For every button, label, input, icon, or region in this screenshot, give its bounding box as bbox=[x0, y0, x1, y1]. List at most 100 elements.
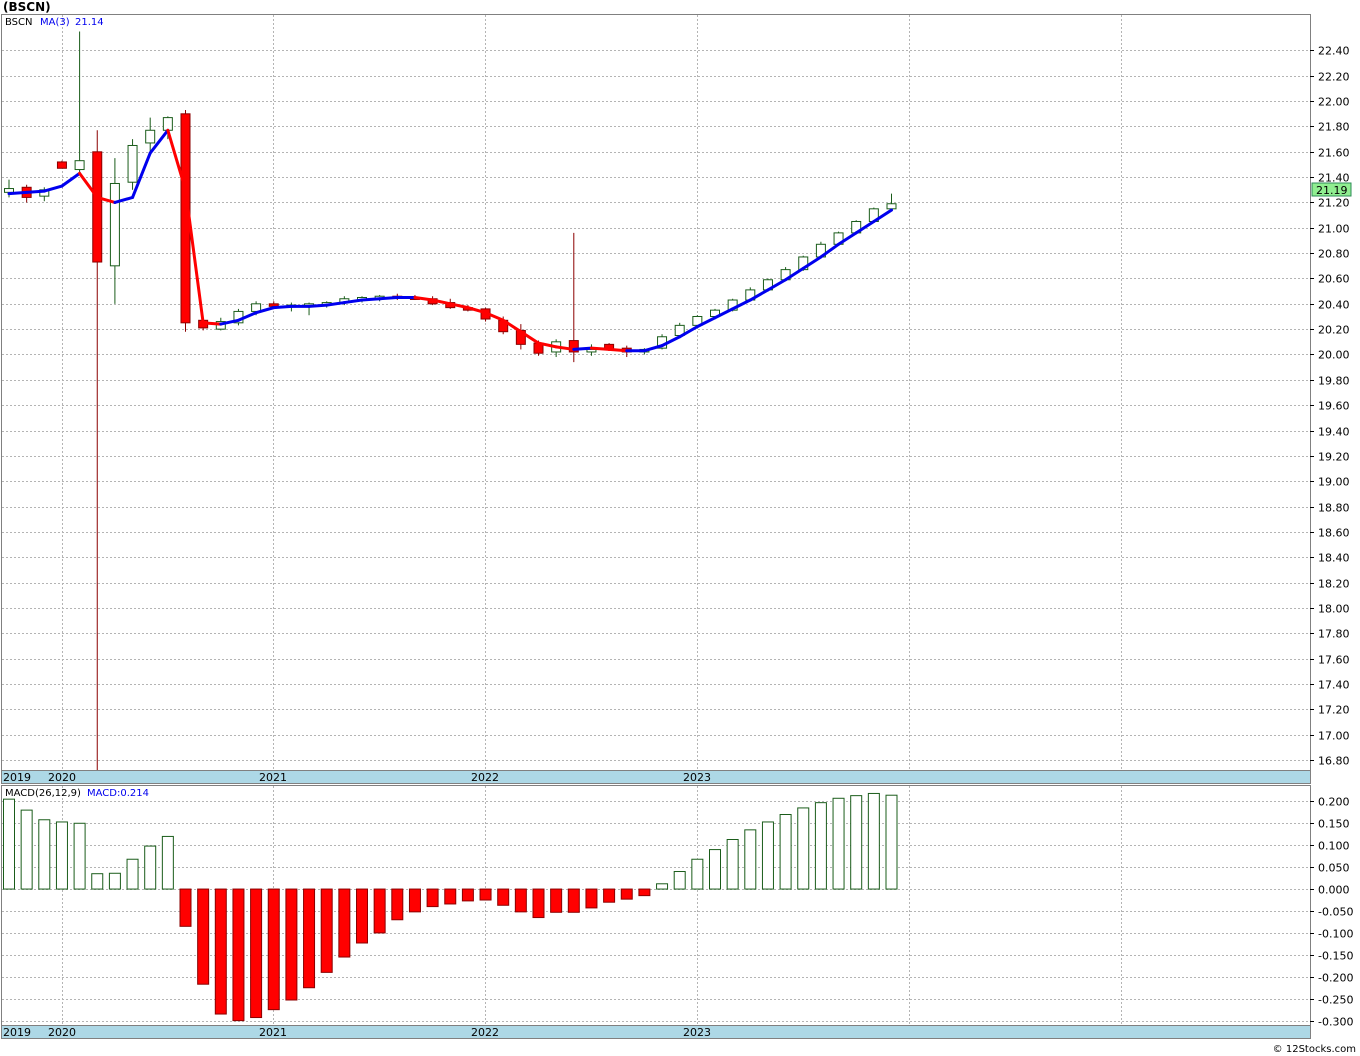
price-y-tick-label: 19.20 bbox=[1318, 451, 1350, 464]
macd-bar bbox=[744, 829, 757, 890]
macd-bar bbox=[726, 839, 739, 890]
macd-y-tick-label: 0.050 bbox=[1318, 862, 1350, 875]
price-y-tick-label: 18.40 bbox=[1318, 552, 1350, 565]
macd-bar bbox=[55, 821, 68, 890]
macd-bar bbox=[550, 888, 563, 913]
macd-bar bbox=[373, 888, 386, 934]
macd-bar bbox=[814, 802, 827, 890]
macd-x-axis-band bbox=[1, 1025, 1311, 1039]
price-y-tick-label: 19.40 bbox=[1318, 426, 1350, 439]
macd-bar bbox=[144, 845, 157, 890]
candle-body bbox=[56, 161, 67, 169]
macd-legend-label: MACD(26,12,9) bbox=[5, 788, 81, 799]
price-y-tick-label: 17.20 bbox=[1318, 704, 1350, 717]
macd-x-label-2023: 2023 bbox=[683, 1026, 711, 1039]
price-y-tick-label: 18.00 bbox=[1318, 603, 1350, 616]
ma-segment bbox=[25, 189, 46, 194]
macd-bar bbox=[797, 807, 810, 890]
macd-bar bbox=[285, 888, 298, 1001]
price-x-label-2023: 2023 bbox=[683, 771, 711, 784]
candle-body bbox=[145, 129, 156, 144]
macd-bar bbox=[761, 821, 774, 890]
ma-segment bbox=[360, 297, 382, 302]
chart-title: (BSCN) bbox=[3, 0, 51, 14]
macd-bar bbox=[885, 794, 898, 890]
macd-x-label-2020: 2020 bbox=[48, 1026, 76, 1039]
candle-body bbox=[127, 144, 138, 183]
macd-bar bbox=[673, 871, 686, 890]
price-y-tick-label: 18.80 bbox=[1318, 502, 1350, 515]
macd-bar bbox=[197, 888, 210, 985]
price-x-label-2020: 2020 bbox=[48, 771, 76, 784]
chart-canvas: (BSCN) 16.80 17.00 17.20 17.40 17.60 17.80 18.… bbox=[1, 0, 1356, 1055]
macd-y-tick-label: -0.300 bbox=[1318, 1016, 1353, 1029]
ma-segment bbox=[7, 190, 29, 196]
price-y-tick-label: 20.60 bbox=[1318, 273, 1350, 286]
candle-body bbox=[74, 160, 85, 171]
macd-bar bbox=[532, 888, 545, 919]
macd-bar bbox=[444, 888, 457, 905]
price-y-tick-label: 20.40 bbox=[1318, 299, 1350, 312]
macd-bar bbox=[232, 888, 245, 1022]
price-y-tick-label: 21.00 bbox=[1318, 223, 1350, 236]
price-y-tick-label: 17.80 bbox=[1318, 628, 1350, 641]
last-price-label: 21.19 bbox=[1316, 184, 1348, 197]
macd-y-tick-label: 0.100 bbox=[1318, 840, 1350, 853]
candle-body bbox=[886, 203, 897, 210]
price-y-tick-label: 21.60 bbox=[1318, 147, 1350, 160]
macd-bar bbox=[214, 888, 227, 1015]
candle-body bbox=[162, 117, 173, 131]
price-y-tick-label: 22.40 bbox=[1318, 45, 1350, 58]
macd-bar bbox=[479, 888, 492, 901]
macd-bar bbox=[267, 888, 280, 1011]
macd-bar bbox=[408, 888, 421, 913]
macd-bar bbox=[656, 883, 669, 890]
ma-segment bbox=[201, 321, 223, 326]
macd-bar bbox=[20, 809, 33, 890]
ma-segment bbox=[589, 346, 611, 351]
macd-bar bbox=[179, 888, 192, 927]
macd-bar bbox=[867, 792, 880, 890]
macd-y-tick-label: 0.000 bbox=[1318, 884, 1350, 897]
price-legend-ticker: BSCN bbox=[5, 17, 33, 28]
macd-bar bbox=[603, 888, 616, 903]
price-y-tick-label: 22.00 bbox=[1318, 96, 1350, 109]
macd-bar bbox=[850, 795, 863, 890]
macd-y-tick-label: 0.200 bbox=[1318, 796, 1350, 809]
ma-segment bbox=[607, 347, 629, 353]
price-y-tick-label: 18.20 bbox=[1318, 578, 1350, 591]
price-y-tick-label: 22.20 bbox=[1318, 71, 1350, 84]
macd-bar bbox=[3, 798, 15, 890]
price-y-tick-label: 17.00 bbox=[1318, 730, 1350, 743]
macd-bar bbox=[338, 888, 351, 958]
ma-segment bbox=[307, 303, 329, 308]
macd-bar bbox=[73, 822, 86, 890]
macd-x-label-2021: 2021 bbox=[259, 1026, 287, 1039]
macd-bar bbox=[250, 888, 263, 1019]
candle-body bbox=[4, 188, 14, 193]
macd-bar bbox=[779, 814, 792, 890]
price-x-label-2021: 2021 bbox=[259, 771, 287, 784]
price-y-axis: 16.80 17.00 17.20 17.40 17.60 17.80 18.00 18.20… bbox=[1310, 45, 1350, 768]
price-y-tick-label: 20.80 bbox=[1318, 248, 1350, 261]
macd-y-tick-label: -0.200 bbox=[1318, 972, 1353, 985]
macd-bar bbox=[620, 888, 633, 900]
last-price-badge: 21.19 bbox=[1311, 182, 1352, 197]
macd-bar bbox=[320, 888, 333, 973]
price-x-label-2019: 2019 bbox=[3, 771, 31, 784]
candle-body bbox=[92, 151, 103, 263]
candle bbox=[127, 139, 138, 190]
macd-bar bbox=[391, 888, 404, 921]
price-y-tick-label: 16.80 bbox=[1318, 755, 1350, 768]
price-y-tick-label: 21.80 bbox=[1318, 121, 1350, 134]
macd-bar bbox=[691, 858, 704, 890]
macd-bar bbox=[832, 797, 845, 890]
macd-y-tick-label: -0.050 bbox=[1318, 906, 1353, 919]
macd-bar bbox=[38, 819, 51, 890]
price-legend-ma-label: MA(3) bbox=[40, 17, 70, 28]
macd-bar bbox=[514, 888, 527, 913]
macd-bar bbox=[356, 888, 368, 944]
ma-segment bbox=[272, 304, 293, 310]
macd-y-tick-label: -0.250 bbox=[1318, 994, 1353, 1007]
ma-segment bbox=[378, 295, 399, 301]
